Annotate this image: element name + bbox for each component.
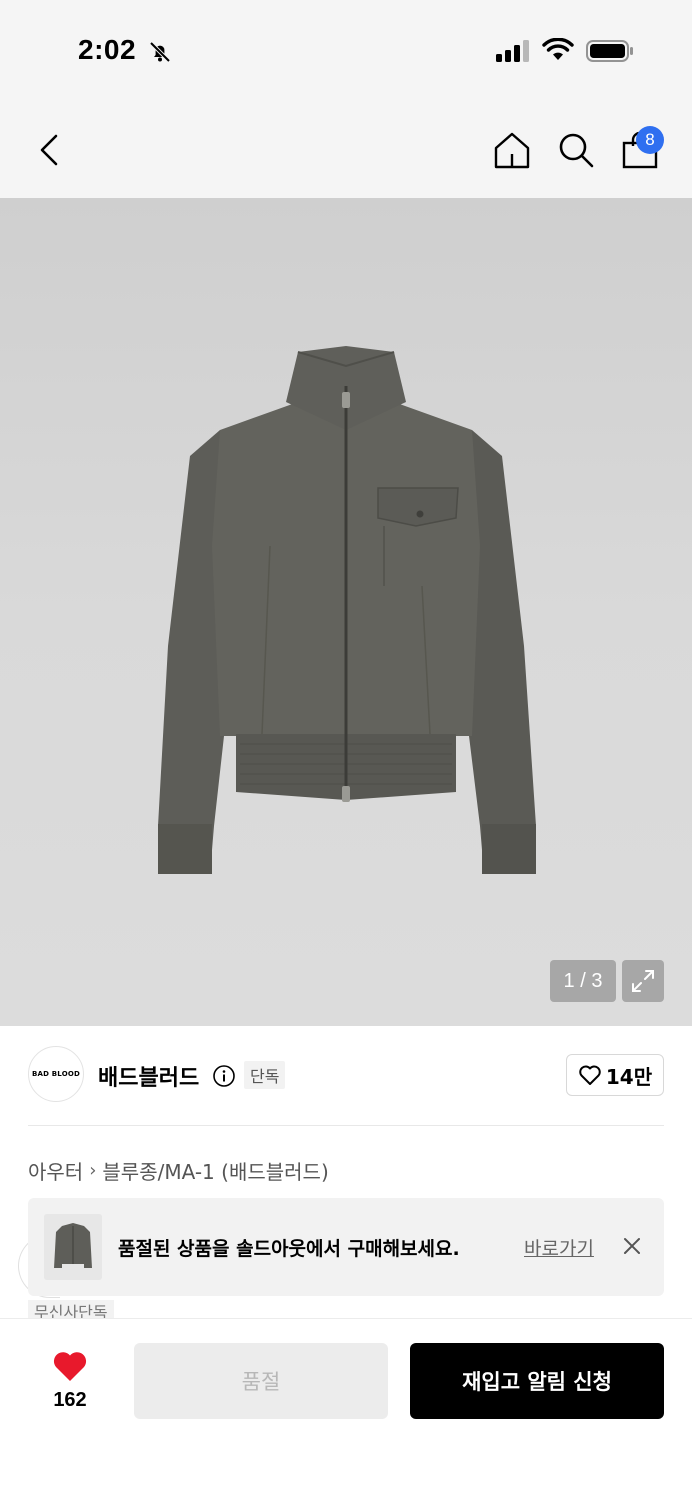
breadcrumb-item-category[interactable]: 아우터 bbox=[28, 1156, 83, 1185]
partial-tag: 무신사단독 bbox=[28, 1300, 114, 1320]
battery-icon bbox=[586, 40, 633, 62]
brand-logo[interactable]: BAD BLOOD bbox=[28, 1046, 84, 1102]
brand-row: BAD BLOOD 배드블러드 단독 14만 bbox=[0, 1026, 692, 1126]
breadcrumb: 아우터 › 블루종/MA-1 (배드블러드) bbox=[28, 1156, 329, 1185]
bell-off-icon bbox=[149, 41, 171, 63]
brand-name[interactable]: 배드블러드 bbox=[98, 1060, 199, 1092]
status-bar: 2:02 bbox=[0, 0, 692, 100]
heart-filled-icon bbox=[53, 1352, 87, 1381]
soldout-banner: 품절된 상품을 솔드아웃에서 구매해보세요. 바로가기 bbox=[28, 1198, 664, 1296]
home-icon[interactable] bbox=[490, 128, 534, 172]
exclusive-tag: 단독 bbox=[244, 1061, 286, 1089]
image-page-indicator: 1 / 3 bbox=[550, 960, 616, 1002]
brand-like-button[interactable]: 14만 bbox=[566, 1054, 664, 1096]
restock-alert-button[interactable]: 재입고 알림 신청 bbox=[410, 1343, 664, 1419]
brand-logo-text: BAD BLOOD bbox=[31, 1070, 81, 1078]
info-icon[interactable] bbox=[212, 1064, 236, 1088]
banner-link[interactable]: 바로가기 bbox=[524, 1234, 594, 1261]
status-time: 2:02 bbox=[78, 34, 137, 65]
signal-icon bbox=[496, 40, 529, 62]
chevron-left-icon[interactable] bbox=[30, 128, 70, 172]
brand-like-count: 14만 bbox=[605, 1064, 653, 1089]
wifi-icon bbox=[542, 38, 574, 60]
product-image-jacket bbox=[158, 346, 536, 874]
search-icon[interactable] bbox=[554, 128, 598, 172]
banner-text: 품절된 상품을 솔드아웃에서 구매해보세요. bbox=[118, 1238, 460, 1260]
expand-icon[interactable] bbox=[622, 960, 664, 1002]
bottom-action-bar: 162 품절 재입고 알림 신청 bbox=[0, 1318, 692, 1500]
banner-thumbnail bbox=[44, 1214, 102, 1280]
wishlist-button[interactable]: 162 bbox=[40, 1345, 100, 1415]
breadcrumb-item-subcategory[interactable]: 블루종/MA-1 (배드블러드) bbox=[102, 1156, 328, 1185]
wishlist-count: 162 bbox=[53, 1389, 87, 1411]
close-icon[interactable] bbox=[620, 1234, 644, 1258]
chevron-right-icon: › bbox=[89, 1160, 97, 1181]
cart-count-badge: 8 bbox=[636, 126, 664, 154]
soldout-button[interactable]: 품절 bbox=[134, 1343, 388, 1419]
heart-outline-icon bbox=[579, 1065, 601, 1085]
top-nav-bar: 8 bbox=[0, 100, 692, 198]
product-image-gallery[interactable]: 1 / 3 bbox=[0, 198, 692, 1026]
divider bbox=[28, 1125, 664, 1126]
